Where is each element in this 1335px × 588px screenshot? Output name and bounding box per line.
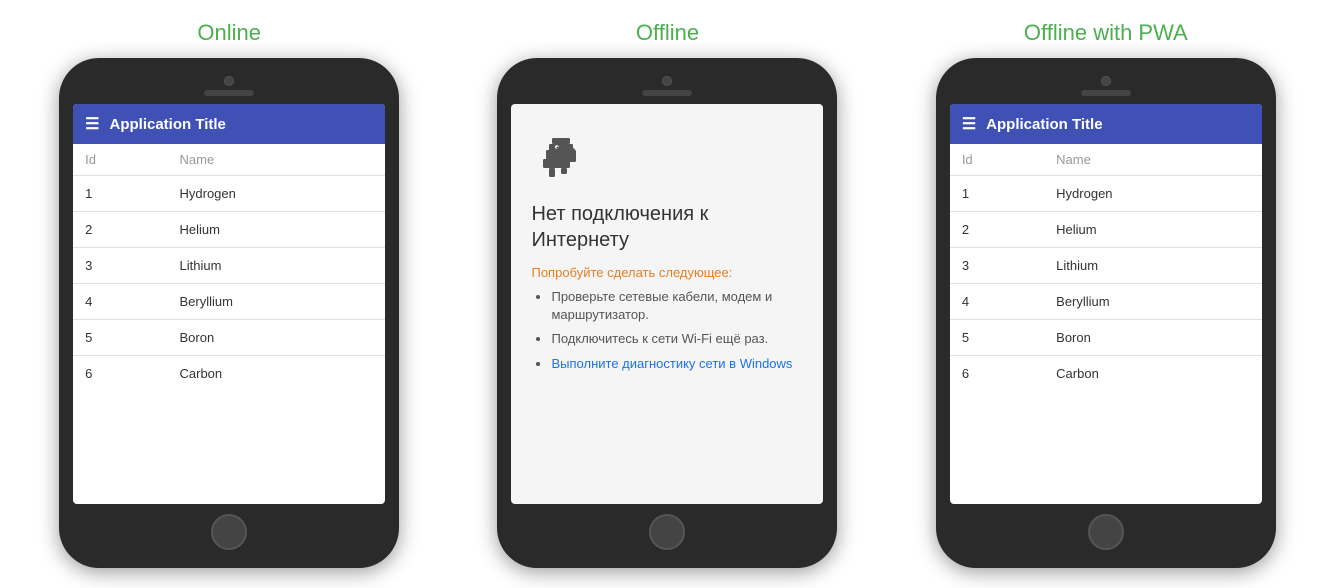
cell-id: 4 xyxy=(950,284,1044,320)
offline-label: Offline xyxy=(636,20,699,46)
cell-name: Boron xyxy=(168,320,386,356)
offline-content: Нет подключения к Интернету Попробуйте с… xyxy=(511,104,823,504)
app-title-pwa: Application Title xyxy=(986,116,1102,133)
app-bar-pwa: ☰ Application Title xyxy=(950,104,1262,144)
cell-id: 5 xyxy=(73,320,167,356)
phone-top-pwa xyxy=(950,76,1262,96)
offline-tip-1: Проверьте сетевые кабели, модем и маршру… xyxy=(551,288,803,324)
table-row: 5 Boron xyxy=(950,320,1262,356)
table-row: 3 Lithium xyxy=(950,248,1262,284)
cell-name: Helium xyxy=(168,212,386,248)
cell-id: 3 xyxy=(73,248,167,284)
cell-name: Beryllium xyxy=(1044,284,1262,320)
cell-name: Beryllium xyxy=(168,284,386,320)
offline-tip-3: Выполните диагностику сети в Windows xyxy=(551,355,803,373)
cell-id: 4 xyxy=(73,284,167,320)
home-button-online[interactable] xyxy=(211,514,247,550)
cell-id: 3 xyxy=(950,248,1044,284)
pwa-col-name-header: Name xyxy=(1044,144,1262,176)
camera-pwa xyxy=(1101,76,1111,86)
cell-name: Carbon xyxy=(168,356,386,392)
table-row: 4 Beryllium xyxy=(950,284,1262,320)
cell-name: Carbon xyxy=(1044,356,1262,392)
data-table-online: Id Name 1 Hydrogen 2 Helium 3 Lithium 4 … xyxy=(73,144,385,391)
cell-name: Lithium xyxy=(1044,248,1262,284)
pwa-header-row: Id Name xyxy=(950,144,1262,176)
main-container: Online ☰ Application Title Id Name xyxy=(10,20,1325,568)
table-row: 1 Hydrogen xyxy=(950,176,1262,212)
menu-icon-online[interactable]: ☰ xyxy=(85,114,99,134)
screen-pwa: ☰ Application Title Id Name 1 Hydrogen 2… xyxy=(950,104,1262,504)
cell-name: Lithium xyxy=(168,248,386,284)
screen-online: ☰ Application Title Id Name 1 Hydrogen 2… xyxy=(73,104,385,504)
offline-error-title: Нет подключения к Интернету xyxy=(531,201,803,253)
table-row: 1 Hydrogen xyxy=(73,176,385,212)
table-row: 3 Lithium xyxy=(73,248,385,284)
home-button-offline[interactable] xyxy=(649,514,685,550)
online-label: Online xyxy=(197,20,261,46)
camera-online xyxy=(224,76,234,86)
cell-name: Hydrogen xyxy=(1044,176,1262,212)
home-button-pwa[interactable] xyxy=(1088,514,1124,550)
phone-online: ☰ Application Title Id Name 1 Hydrogen 2… xyxy=(59,58,399,568)
table-row: 2 Helium xyxy=(73,212,385,248)
offline-tips-list: Проверьте сетевые кабели, модем и маршру… xyxy=(531,288,803,373)
table-row: 6 Carbon xyxy=(73,356,385,392)
app-title-online: Application Title xyxy=(110,116,226,133)
pwa-label: Offline with PWA xyxy=(1024,20,1188,46)
phone-top-offline xyxy=(511,76,823,96)
table-row: 2 Helium xyxy=(950,212,1262,248)
cell-id: 6 xyxy=(73,356,167,392)
cell-id: 2 xyxy=(73,212,167,248)
col-name-header: Name xyxy=(168,144,386,176)
phone-top-online xyxy=(73,76,385,96)
table-row: 5 Boron xyxy=(73,320,385,356)
cell-id: 5 xyxy=(950,320,1044,356)
offline-diag-link[interactable]: Выполните диагностику сети в Windows xyxy=(551,356,792,371)
speaker-pwa xyxy=(1081,90,1131,96)
app-bar-online: ☰ Application Title xyxy=(73,104,385,144)
cell-name: Boron xyxy=(1044,320,1262,356)
dino-icon xyxy=(531,134,591,184)
speaker-offline xyxy=(642,90,692,96)
pwa-section: Offline with PWA ☰ Application Title Id … xyxy=(916,20,1296,568)
cell-name: Hydrogen xyxy=(168,176,386,212)
cell-id: 1 xyxy=(73,176,167,212)
phone-bottom-pwa xyxy=(950,514,1262,550)
online-section: Online ☰ Application Title Id Name xyxy=(39,20,419,568)
cell-id: 1 xyxy=(950,176,1044,212)
offline-section: Offline xyxy=(477,20,857,568)
offline-error-subtitle: Попробуйте сделать следующее: xyxy=(531,265,803,280)
phone-pwa: ☰ Application Title Id Name 1 Hydrogen 2… xyxy=(936,58,1276,568)
phone-offline: Нет подключения к Интернету Попробуйте с… xyxy=(497,58,837,568)
cell-id: 6 xyxy=(950,356,1044,392)
speaker-online xyxy=(204,90,254,96)
data-table-pwa: Id Name 1 Hydrogen 2 Helium 3 Lithium 4 … xyxy=(950,144,1262,391)
phone-bottom-offline xyxy=(511,514,823,550)
offline-tip-2: Подключитесь к сети Wi-Fi ещё раз. xyxy=(551,330,803,348)
screen-offline: Нет подключения к Интернету Попробуйте с… xyxy=(511,104,823,504)
camera-offline xyxy=(662,76,672,86)
col-id-header: Id xyxy=(73,144,167,176)
menu-icon-pwa[interactable]: ☰ xyxy=(962,114,976,134)
pwa-col-id-header: Id xyxy=(950,144,1044,176)
table-header-row: Id Name xyxy=(73,144,385,176)
cell-id: 2 xyxy=(950,212,1044,248)
phone-bottom-online xyxy=(73,514,385,550)
table-row: 4 Beryllium xyxy=(73,284,385,320)
cell-name: Helium xyxy=(1044,212,1262,248)
table-row: 6 Carbon xyxy=(950,356,1262,392)
